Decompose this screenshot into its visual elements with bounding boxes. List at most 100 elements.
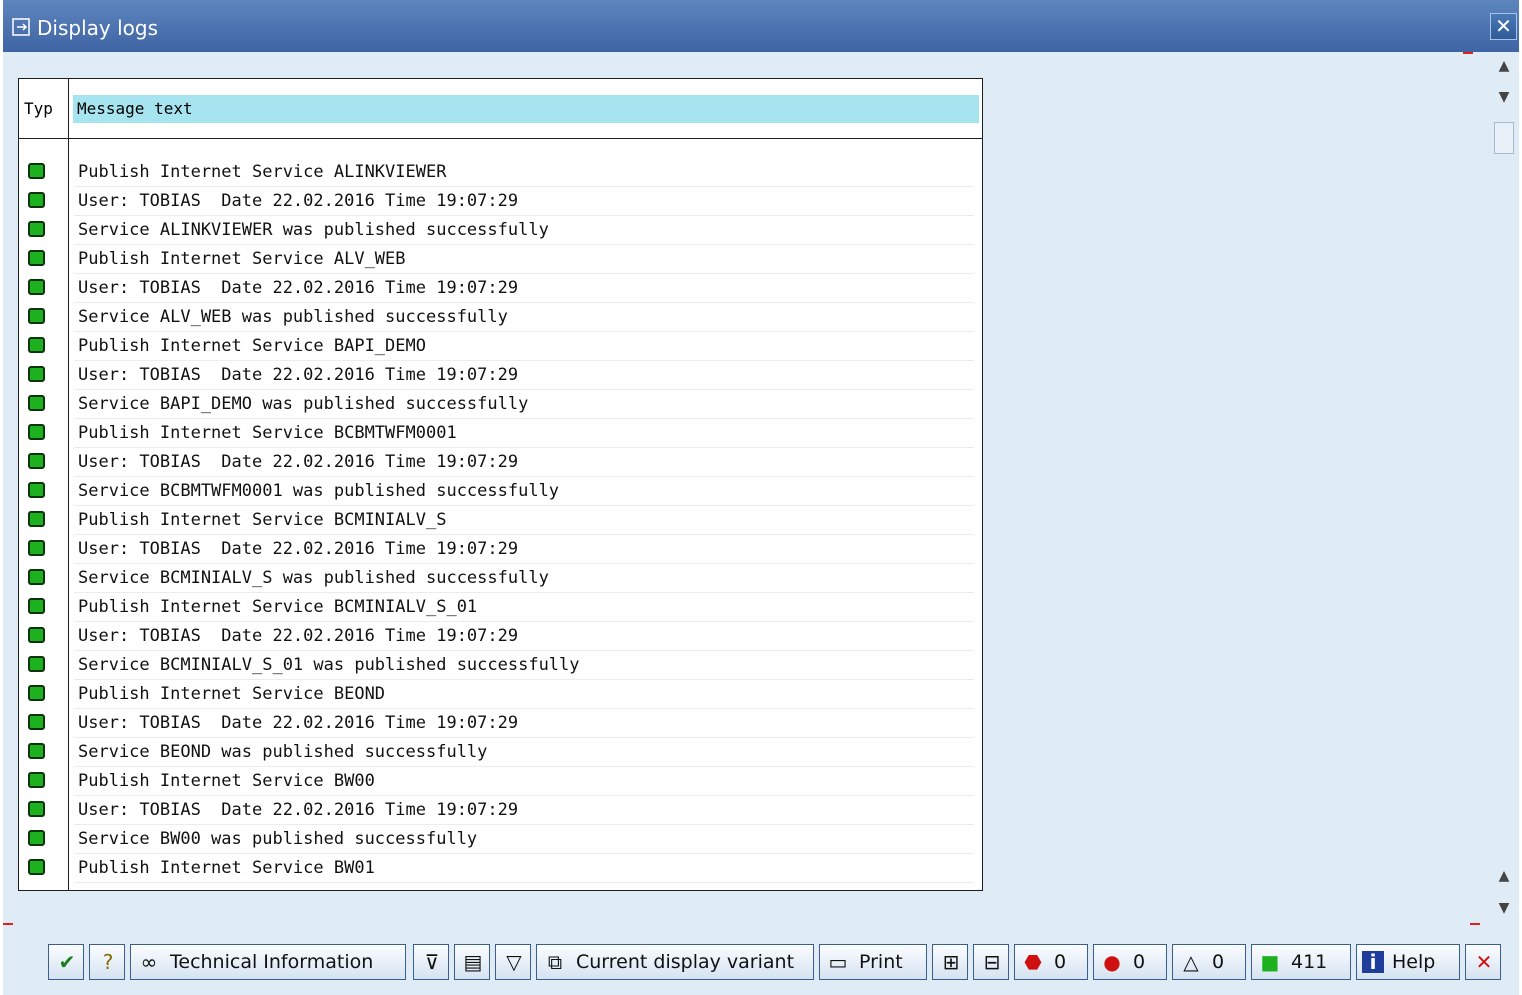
log-content-area: Typ Message text Publish Internet Servic…	[3, 52, 1487, 925]
message-text: User: TOBIAS Date 22.02.2016 Time 19:07:…	[74, 709, 974, 738]
scroll-up-icon[interactable]: ▲	[1496, 58, 1512, 74]
message-text: User: TOBIAS Date 22.02.2016 Time 19:07:…	[74, 274, 974, 303]
success-led-icon	[28, 192, 45, 208]
help-button[interactable]: i Help	[1356, 944, 1460, 980]
scroll-thumb[interactable]	[1494, 122, 1514, 154]
help-question-button[interactable]: ?	[89, 944, 125, 980]
print-button[interactable]: ▭ Print	[819, 944, 927, 980]
message-text: User: TOBIAS Date 22.02.2016 Time 19:07:…	[74, 535, 974, 564]
title-bar: Display logs ✕	[3, 0, 1519, 52]
cancel-button[interactable]: ✕	[1465, 944, 1501, 980]
message-text: Publish Internet Service ALINKVIEWER	[74, 158, 974, 187]
error-messages-filter[interactable]: ● 0	[1093, 944, 1167, 980]
cancel-x-icon: ✕	[1475, 950, 1493, 974]
success-led-icon	[28, 337, 45, 353]
bottom-toolbar: ✔ ? ∞ Technical Information ⊽ ▤ ▽ ⧉ Curr…	[3, 925, 1519, 995]
message-text: Publish Internet Service BW01	[74, 854, 974, 883]
table-row[interactable]: Service BCMINIALV_S was published succes…	[19, 564, 982, 593]
filter-button[interactable]: ⊽	[413, 944, 449, 980]
current-display-variant-label: Current display variant	[576, 951, 795, 973]
message-text: User: TOBIAS Date 22.02.2016 Time 19:07:…	[74, 448, 974, 477]
table-row[interactable]: User: TOBIAS Date 22.02.2016 Time 19:07:…	[19, 535, 982, 564]
message-text: Service BCBMTWFM0001 was published succe…	[74, 477, 974, 506]
message-text: Service BAPI_DEMO was published successf…	[74, 390, 974, 419]
header-typ[interactable]: Typ	[24, 95, 68, 123]
success-messages-filter[interactable]: ■ 411	[1251, 944, 1351, 980]
success-led-icon	[28, 714, 45, 730]
table-row[interactable]: Publish Internet Service BAPI_DEMO	[19, 332, 982, 361]
table-row[interactable]: User: TOBIAS Date 22.02.2016 Time 19:07:…	[19, 709, 982, 738]
message-text: Publish Internet Service BCMINIALV_S	[74, 506, 974, 535]
message-text: Service BCMINIALV_S was published succes…	[74, 564, 974, 593]
display-logs-window: Display logs ✕ Typ Message text Publish …	[3, 0, 1519, 995]
table-row[interactable]: Publish Internet Service BCMINIALV_S	[19, 506, 982, 535]
message-text: Publish Internet Service BEOND	[74, 680, 974, 709]
table-row[interactable]: Publish Internet Service ALINKVIEWER	[19, 158, 982, 187]
success-led-icon	[28, 163, 45, 179]
table-row[interactable]: Service BW00 was published successfully	[19, 825, 982, 854]
table-row[interactable]: User: TOBIAS Date 22.02.2016 Time 19:07:…	[19, 622, 982, 651]
success-led-icon	[28, 250, 45, 266]
window-title: Display logs	[37, 16, 158, 40]
table-row[interactable]: Publish Internet Service BCMINIALV_S_01	[19, 593, 982, 622]
filter-icon: ⊽	[424, 950, 440, 974]
success-led-icon	[28, 859, 45, 875]
binoculars-next-icon: ⊟	[983, 950, 1001, 974]
print-preview-button[interactable]: ▤	[454, 944, 490, 980]
table-row[interactable]: Publish Internet Service ALV_WEB	[19, 245, 982, 274]
table-row[interactable]: Publish Internet Service BEOND	[19, 680, 982, 709]
display-logs-icon	[12, 18, 30, 36]
success-led-icon	[28, 772, 45, 788]
header-message-text[interactable]: Message text	[73, 95, 979, 123]
message-text: Service BEOND was published successfully	[74, 738, 974, 767]
success-led-icon	[28, 801, 45, 817]
log-table: Typ Message text Publish Internet Servic…	[18, 78, 983, 891]
message-text: Service BCMINIALV_S_01 was published suc…	[74, 651, 974, 680]
page-down-icon[interactable]: ▼	[1496, 900, 1512, 916]
table-row[interactable]: User: TOBIAS Date 22.02.2016 Time 19:07:…	[19, 274, 982, 303]
help-label: Help	[1392, 951, 1436, 973]
table-row[interactable]: Publish Internet Service BW00	[19, 767, 982, 796]
find-button[interactable]: ⊞	[932, 944, 968, 980]
success-led-icon	[28, 743, 45, 759]
message-text: Publish Internet Service BCMINIALV_S_01	[74, 593, 974, 622]
table-header: Typ Message text	[19, 95, 982, 123]
continue-button[interactable]: ✔	[48, 944, 84, 980]
success-count: 411	[1291, 951, 1328, 973]
table-row[interactable]: Service BCBMTWFM0001 was published succe…	[19, 477, 982, 506]
technical-information-button[interactable]: ∞ Technical Information	[130, 944, 406, 980]
message-text: User: TOBIAS Date 22.02.2016 Time 19:07:…	[74, 796, 974, 825]
table-row[interactable]: Service ALV_WEB was published successful…	[19, 303, 982, 332]
table-row[interactable]: User: TOBIAS Date 22.02.2016 Time 19:07:…	[19, 796, 982, 825]
stop-messages-filter[interactable]: ⬣ 0	[1014, 944, 1088, 980]
message-text: Service ALV_WEB was published successful…	[74, 303, 974, 332]
table-row[interactable]: Service BAPI_DEMO was published successf…	[19, 390, 982, 419]
table-row[interactable]: Service BCMINIALV_S_01 was published suc…	[19, 651, 982, 680]
scroll-down-icon[interactable]: ▼	[1496, 89, 1512, 105]
green-light-icon: ■	[1260, 950, 1280, 974]
find-next-button[interactable]: ⊟	[973, 944, 1009, 980]
table-row[interactable]: Publish Internet Service BW01	[19, 854, 982, 883]
success-led-icon	[28, 569, 45, 585]
printer-icon: ▤	[463, 950, 483, 974]
close-window-button[interactable]: ✕	[1490, 13, 1517, 40]
table-row[interactable]: User: TOBIAS Date 22.02.2016 Time 19:07:…	[19, 361, 982, 390]
table-row[interactable]: Service ALINKVIEWER was published succes…	[19, 216, 982, 245]
message-text: Publish Internet Service BCBMTWFM0001	[74, 419, 974, 448]
success-led-icon	[28, 627, 45, 643]
warning-messages-filter[interactable]: △ 0	[1172, 944, 1246, 980]
success-led-icon	[28, 221, 45, 237]
vertical-scrollbar[interactable]: ▲ ▼ ▲ ▼	[1489, 52, 1519, 925]
success-led-icon	[28, 685, 45, 701]
red-light-icon: ●	[1103, 950, 1121, 974]
page-up-icon[interactable]: ▲	[1496, 868, 1512, 884]
message-text: Publish Internet Service BW00	[74, 767, 974, 796]
current-display-variant-button[interactable]: ⧉ Current display variant	[536, 944, 814, 980]
filter-variant-button[interactable]: ▽	[495, 944, 531, 980]
table-row[interactable]: Publish Internet Service BCBMTWFM0001	[19, 419, 982, 448]
print-label: Print	[859, 951, 903, 973]
table-row[interactable]: User: TOBIAS Date 22.02.2016 Time 19:07:…	[19, 187, 982, 216]
table-row[interactable]: Service BEOND was published successfully	[19, 738, 982, 767]
glasses-icon: ∞	[140, 950, 158, 974]
table-row[interactable]: User: TOBIAS Date 22.02.2016 Time 19:07:…	[19, 448, 982, 477]
